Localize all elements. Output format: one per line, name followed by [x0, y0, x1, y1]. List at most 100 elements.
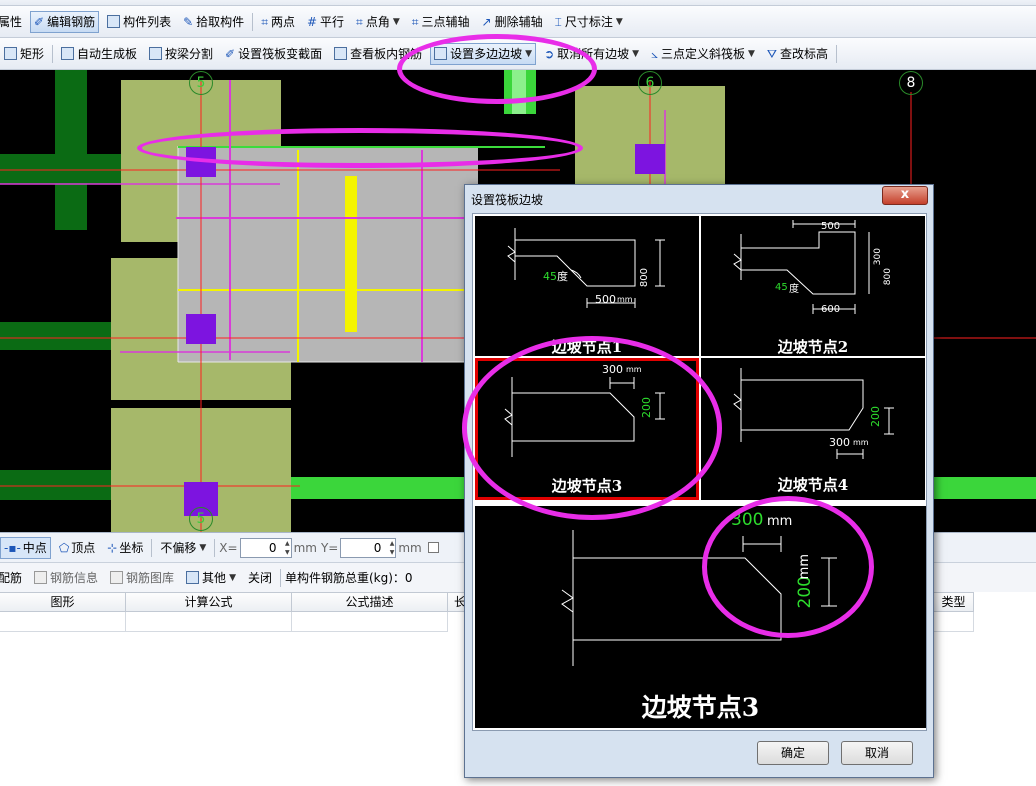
slope-slab-icon: ⦣	[651, 47, 658, 61]
rebar-label: 钢筋图库	[126, 571, 175, 585]
toolbar-label: 按梁分割	[165, 47, 214, 61]
rebar-config-button[interactable]: 配筋	[0, 567, 26, 589]
angle-unit: 度	[557, 270, 568, 283]
toolbar-separator	[280, 568, 281, 587]
toolbar-dimension-button[interactable]: ⌶ 尺寸标注 ▼	[551, 11, 627, 33]
grid-icon	[61, 47, 75, 60]
rebar-label: 关闭	[247, 571, 272, 585]
preview-label: 边坡节点3	[641, 693, 760, 722]
dim-top: 500	[821, 221, 841, 232]
table-row[interactable]	[934, 612, 974, 632]
toolbar-separator	[151, 538, 153, 557]
toolbar-component-list-button[interactable]: 构件列表	[103, 11, 175, 33]
toolbar-delete-axis-button[interactable]: ↗ 删除辅轴	[478, 11, 547, 33]
rebar-close-button[interactable]: 关闭	[244, 567, 276, 589]
slope-node-option-1[interactable]: 45 度 500 mm 800 边坡节点1	[475, 216, 699, 356]
rebar-total-weight: 单构件钢筋总重(kg)：0	[285, 571, 413, 585]
annotation-ring-slab-edge	[137, 128, 583, 168]
slope-node-2-diagram: 45	[733, 220, 870, 314]
slope-node-option-4[interactable]: 300 mm 200 边坡节点4	[701, 358, 925, 500]
toolbar-label: 矩形	[20, 47, 45, 61]
rectangle-icon	[4, 47, 17, 60]
toolbar-variable-section-button[interactable]: ✐ 设置筏板变截面	[221, 43, 326, 65]
snap-label: 中点	[22, 541, 47, 555]
option-label: 边坡节点4	[777, 476, 849, 494]
toolbar-parallel-button[interactable]: # 平行	[303, 11, 348, 33]
toolbar-label: 设置筏板变截面	[238, 47, 323, 61]
dropdown-arrow-icon[interactable]: ▼	[748, 49, 755, 59]
split-icon	[149, 47, 163, 60]
pick-icon: ✎	[183, 15, 194, 29]
dimension-icon: ⌶	[554, 15, 562, 29]
toolbar-label: 三点辅轴	[421, 15, 470, 29]
table-row[interactable]	[292, 612, 448, 632]
toolbar-separator	[214, 538, 216, 557]
column-header-type[interactable]: 类型	[934, 592, 974, 612]
rebar-info-button[interactable]: 钢筋信息	[30, 567, 102, 589]
toolbar-label: 编辑钢筋	[47, 15, 96, 29]
dropdown-arrow-icon[interactable]: ▼	[632, 49, 639, 59]
toolbar-edit-rebar-button[interactable]: ✐ 编辑钢筋	[30, 10, 100, 33]
toolbar-label: 属性	[0, 15, 23, 29]
point-angle-icon: ⌗	[356, 15, 363, 29]
dim-v: 800	[639, 268, 650, 288]
toolbar-label: 尺寸标注	[564, 15, 613, 29]
axis-label-5: 5	[189, 71, 213, 95]
dim-v: 200	[869, 406, 882, 427]
column-header-formula[interactable]: 计算公式	[126, 592, 292, 612]
dropdown-arrow-icon[interactable]: ▼	[393, 17, 400, 27]
angle-unit: 度	[789, 284, 799, 295]
rebar-label: 其他	[202, 571, 227, 585]
dim-v1: 300	[873, 248, 883, 266]
rebar-info-icon	[34, 571, 48, 584]
slope-node-option-2[interactable]: 45 度 500 600 300 800 边坡节点2	[701, 216, 925, 356]
table-row[interactable]	[126, 612, 292, 632]
dropdown-arrow-icon: ▼	[229, 572, 236, 583]
table-row[interactable]	[0, 612, 126, 632]
toolbar-label: 三点定义斜筏板	[660, 47, 745, 61]
snap-coordinate-toggle[interactable]: ⊹ 坐标	[103, 537, 147, 559]
y-offset-input[interactable]: 0	[340, 537, 397, 558]
toolbar-properties-button[interactable]: 属性	[0, 11, 26, 33]
axis-label-8: 8	[899, 71, 923, 95]
slope-node-1-diagram: 45	[507, 228, 665, 308]
toolbar-edit-elevation-button[interactable]: ⛛ 查改标高	[763, 43, 832, 65]
list-icon	[107, 15, 121, 28]
y-label: Y=	[320, 540, 339, 555]
dropdown-arrow-icon[interactable]: ▼	[616, 17, 623, 27]
column-header-formula-description[interactable]: 公式描述	[292, 592, 448, 612]
checkbox[interactable]	[427, 542, 439, 553]
y-unit: mm	[398, 540, 422, 555]
snap-vertex-toggle[interactable]: ⬠ 顶点	[55, 537, 99, 559]
toolbar-two-point-button[interactable]: ⌗ 两点	[257, 11, 299, 33]
toolbar-pick-component-button[interactable]: ✎ 拾取构件	[179, 11, 248, 33]
toolbar-separator	[52, 44, 54, 63]
toolbar-rectangle-button[interactable]: 矩形	[0, 43, 48, 65]
toolbar-auto-generate-slab-button[interactable]: 自动生成板	[57, 43, 141, 65]
two-point-axis-icon: ⌗	[261, 15, 268, 29]
toolbar-three-point-axis-button[interactable]: ⌗ 三点辅轴	[408, 11, 474, 33]
three-point-axis-icon: ⌗	[411, 15, 419, 29]
rebar-library-icon	[110, 571, 124, 584]
ok-button[interactable]: 确定	[757, 741, 829, 765]
x-label: X=	[219, 540, 238, 555]
x-offset-value: 0	[268, 540, 277, 555]
rebar-other-button[interactable]: 其他 ▼	[182, 567, 240, 589]
midpoint-icon: -▪-	[4, 540, 21, 555]
toolbar-three-point-slope-button[interactable]: ⦣ 三点定义斜筏板 ▼	[647, 43, 759, 65]
variable-section-icon: ✐	[225, 47, 236, 61]
column-header-shape[interactable]: 图形	[0, 592, 126, 612]
offset-select[interactable]: 不偏移 ▼	[156, 537, 210, 559]
rebar-library-button[interactable]: 钢筋图库	[106, 567, 178, 589]
dim-h: 300	[829, 436, 850, 449]
x-unit: mm	[293, 540, 317, 555]
vertex-icon: ⬠	[58, 540, 70, 555]
dropdown-arrow-icon: ▼	[199, 542, 207, 553]
delete-axis-icon: ↗	[481, 15, 492, 29]
snap-midpoint-toggle[interactable]: -▪- 中点	[0, 536, 51, 559]
toolbar-split-by-beam-button[interactable]: 按梁分割	[145, 43, 217, 65]
x-offset-input[interactable]: 0	[239, 537, 292, 558]
dialog-close-button[interactable]: x	[882, 186, 928, 205]
cancel-button[interactable]: 取消	[841, 741, 913, 765]
toolbar-point-angle-button[interactable]: ⌗ 点角 ▼	[352, 11, 404, 33]
